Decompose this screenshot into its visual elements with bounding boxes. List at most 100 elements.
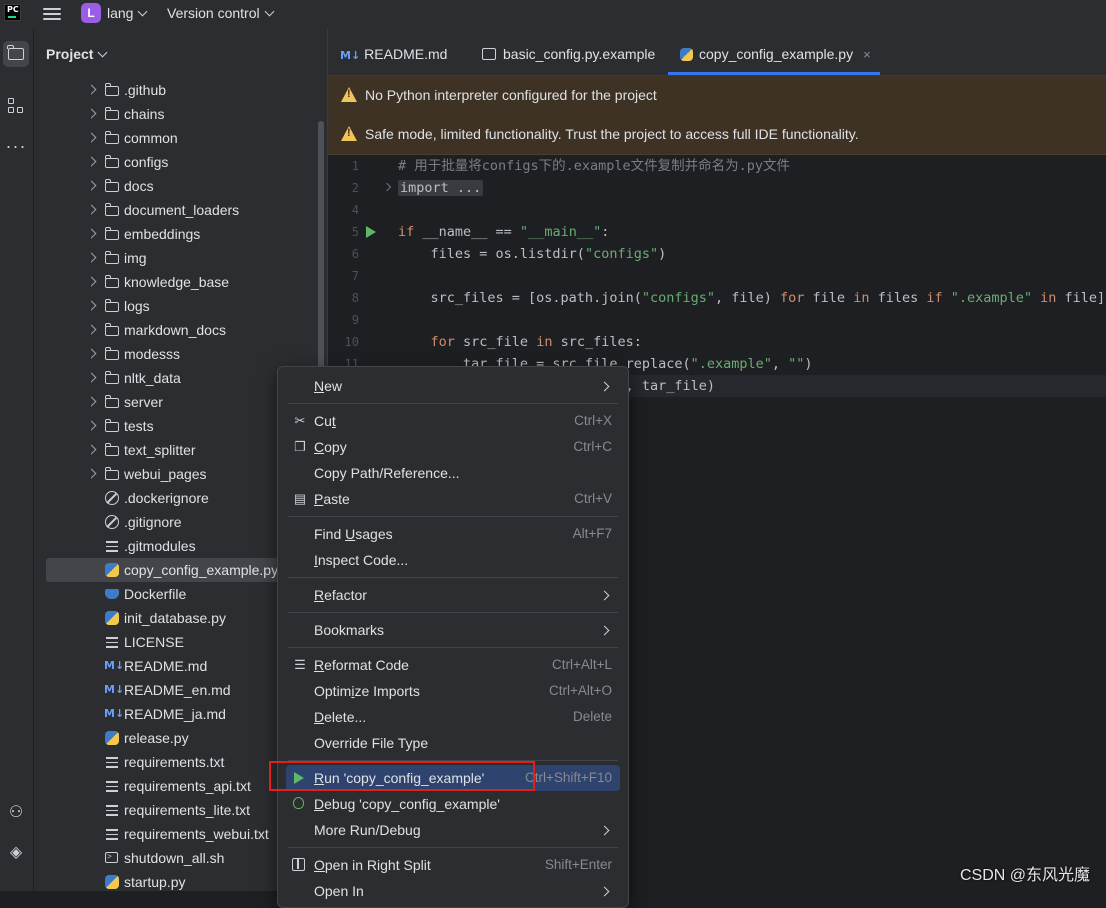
menu-item-optimize-imports[interactable]: Optimize Imports Ctrl+Alt+O xyxy=(286,678,620,704)
tree-file[interactable]: .gitmodules xyxy=(46,534,311,558)
tree-folder[interactable]: modesss xyxy=(46,342,311,366)
code-line[interactable]: 5 if __name__ == "__main__": xyxy=(328,221,1106,243)
main-menu-icon[interactable] xyxy=(43,5,61,21)
menu-item-delete[interactable]: Delete... Delete xyxy=(286,704,620,730)
code-line[interactable]: 1 # 用于批量将configs下的.example文件复制并命名为.py文件 xyxy=(328,155,1106,177)
project-panel-header[interactable]: Project xyxy=(46,46,108,62)
project-scrollbar[interactable] xyxy=(318,121,324,381)
tree-file[interactable]: startup.py xyxy=(46,870,311,894)
tree-folder[interactable]: server xyxy=(46,390,311,414)
chevron-down-icon xyxy=(98,47,108,58)
tree-file[interactable]: > shutdown_all.sh xyxy=(46,846,311,870)
chevron-right-icon[interactable] xyxy=(86,420,97,431)
close-icon[interactable]: × xyxy=(863,47,871,62)
tree-folder[interactable]: chains xyxy=(46,102,311,126)
menu-item-find-usages[interactable]: Find Usages Alt+F7 xyxy=(286,521,620,547)
tab-copy-config-example[interactable]: copy_config_example.py × xyxy=(668,29,880,75)
tree-folder[interactable]: webui_pages xyxy=(46,462,311,486)
tree-folder[interactable]: tests xyxy=(46,414,311,438)
tree-item-label: .gitmodules xyxy=(124,538,196,554)
chevron-right-icon[interactable] xyxy=(86,204,97,215)
menu-item-cut[interactable]: ✂ Cut Ctrl+X xyxy=(286,408,620,434)
python-console-icon[interactable]: ⚇ xyxy=(3,799,29,825)
more-tools-icon[interactable]: ··· xyxy=(3,133,29,159)
menu-item-debug-copy-config-example[interactable]: Debug 'copy_config_example' xyxy=(286,791,620,817)
chevron-right-icon[interactable] xyxy=(86,444,97,455)
tree-folder[interactable]: markdown_docs xyxy=(46,318,311,342)
menu-item-open-in[interactable]: Open In xyxy=(286,878,620,904)
tree-folder[interactable]: text_splitter xyxy=(46,438,311,462)
folder-icon xyxy=(104,154,120,170)
menu-item-copy[interactable]: ❐ Copy Ctrl+C xyxy=(286,434,620,460)
menu-item-copy-path-reference[interactable]: Copy Path/Reference... xyxy=(286,460,620,486)
tree-file[interactable]: Dockerfile xyxy=(46,582,311,606)
menu-item-paste[interactable]: ▤ Paste Ctrl+V xyxy=(286,486,620,512)
chevron-right-icon xyxy=(599,886,610,897)
tab-basic-config[interactable]: basic_config.py.example xyxy=(482,29,655,75)
menu-item-refactor[interactable]: Refactor xyxy=(286,582,620,608)
tree-file[interactable]: .dockerignore xyxy=(46,486,311,510)
menu-item-inspect-code[interactable]: Inspect Code... xyxy=(286,547,620,573)
tree-folder[interactable]: embeddings xyxy=(46,222,311,246)
folder-icon xyxy=(104,442,120,458)
tree-file[interactable]: LICENSE xyxy=(46,630,311,654)
chevron-right-icon[interactable] xyxy=(86,396,97,407)
tree-file[interactable]: M↓ README_ja.md xyxy=(46,702,311,726)
menu-item-new[interactable]: New xyxy=(286,373,620,399)
tree-folder[interactable]: docs xyxy=(46,174,311,198)
chevron-right-icon[interactable] xyxy=(86,228,97,239)
tree-file[interactable]: init_database.py xyxy=(46,606,311,630)
chevron-right-icon[interactable] xyxy=(86,300,97,311)
chevron-right-icon[interactable] xyxy=(86,372,97,383)
tree-file[interactable]: M↓ README_en.md xyxy=(46,678,311,702)
tree-item-label: shutdown_all.sh xyxy=(124,850,225,866)
tree-file[interactable]: release.py xyxy=(46,726,311,750)
chevron-right-icon[interactable] xyxy=(86,252,97,263)
layers-icon[interactable]: ◈ xyxy=(3,839,29,865)
tree-folder[interactable]: .github xyxy=(46,78,311,102)
chevron-right-icon[interactable] xyxy=(86,132,97,143)
tree-file[interactable]: requirements_webui.txt xyxy=(46,822,311,846)
code-line[interactable]: 4 xyxy=(328,199,1106,221)
project-tool-button[interactable] xyxy=(3,41,29,67)
run-gutter-icon[interactable] xyxy=(366,226,376,238)
code-line[interactable]: 2 import ... xyxy=(328,177,1106,199)
tree-folder[interactable]: knowledge_base xyxy=(46,270,311,294)
project-badge[interactable]: L xyxy=(81,3,101,23)
tree-file[interactable]: requirements_lite.txt xyxy=(46,798,311,822)
tree-folder[interactable]: img xyxy=(46,246,311,270)
pycharm-logo-icon[interactable]: PC xyxy=(4,4,21,21)
tree-item-label: requirements_api.txt xyxy=(124,778,251,794)
chevron-right-icon[interactable] xyxy=(86,156,97,167)
tree-folder[interactable]: nltk_data xyxy=(46,366,311,390)
chevron-right-icon[interactable] xyxy=(86,276,97,287)
code-line[interactable]: 6 files = os.listdir("configs") xyxy=(328,243,1106,265)
project-switcher[interactable]: lang xyxy=(107,5,148,21)
chevron-right-icon[interactable] xyxy=(86,180,97,191)
tree-file[interactable]: M↓ README.md xyxy=(46,654,311,678)
tab-readme[interactable]: M↓ README.md xyxy=(340,29,447,75)
tree-folder[interactable]: document_loaders xyxy=(46,198,311,222)
tree-file[interactable]: copy_config_example.py xyxy=(46,558,311,582)
fold-chevron-icon[interactable] xyxy=(382,182,392,192)
code-line[interactable]: 7 xyxy=(328,265,1106,287)
code-line[interactable]: 10 for src_file in src_files: xyxy=(328,331,1106,353)
menu-item-open-in-right-split[interactable]: Open in Right Split Shift+Enter xyxy=(286,852,620,878)
tree-folder[interactable]: common xyxy=(46,126,311,150)
structure-tool-button[interactable] xyxy=(3,93,29,119)
chevron-right-icon[interactable] xyxy=(86,324,97,335)
chevron-right-icon[interactable] xyxy=(86,108,97,119)
version-control-menu[interactable]: Version control xyxy=(167,5,275,21)
tree-folder[interactable]: logs xyxy=(46,294,311,318)
code-line[interactable]: 8 src_files = [os.path.join("configs", f… xyxy=(328,287,1106,309)
chevron-right-icon[interactable] xyxy=(86,84,97,95)
menu-item-bookmarks[interactable]: Bookmarks xyxy=(286,617,620,643)
chevron-right-icon[interactable] xyxy=(86,348,97,359)
menu-item-override-file-type[interactable]: Override File Type xyxy=(286,730,620,756)
chevron-right-icon[interactable] xyxy=(86,468,97,479)
tree-folder[interactable]: configs xyxy=(46,150,311,174)
menu-item-reformat-code[interactable]: ☰ Reformat Code Ctrl+Alt+L xyxy=(286,652,620,678)
menu-item-more-run-debug[interactable]: More Run/Debug xyxy=(286,817,620,843)
tree-file[interactable]: .gitignore xyxy=(46,510,311,534)
code-line[interactable]: 9 xyxy=(328,309,1106,331)
